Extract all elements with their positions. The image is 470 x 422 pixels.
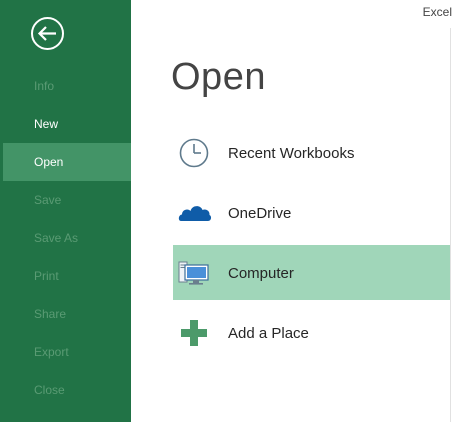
place-add-a-place[interactable]: Add a Place bbox=[173, 305, 450, 360]
place-label: Recent Workbooks bbox=[228, 145, 355, 162]
open-places-list: Recent Workbooks OneDrive Computer Add a… bbox=[173, 125, 450, 365]
backstage-window: Info New Open Save Save As Print Share E… bbox=[0, 0, 470, 422]
backstage-sidebar: Info New Open Save Save As Print Share E… bbox=[0, 0, 131, 422]
nav-item-share[interactable]: Share bbox=[0, 295, 131, 333]
nav-item-open[interactable]: Open bbox=[3, 143, 131, 181]
place-label: OneDrive bbox=[228, 205, 292, 222]
place-onedrive[interactable]: OneDrive bbox=[173, 185, 450, 240]
nav-item-save-as[interactable]: Save As bbox=[0, 219, 131, 257]
page-title: Open bbox=[171, 56, 266, 98]
back-button[interactable] bbox=[30, 16, 65, 51]
computer-icon bbox=[178, 257, 210, 289]
back-arrow-icon bbox=[31, 17, 64, 50]
place-label: Computer bbox=[228, 265, 294, 282]
clock-icon bbox=[178, 137, 210, 169]
place-recent-workbooks[interactable]: Recent Workbooks bbox=[173, 125, 450, 180]
place-computer[interactable]: Computer bbox=[173, 245, 450, 300]
pane-divider bbox=[450, 28, 451, 422]
nav-item-export[interactable]: Export bbox=[0, 333, 131, 371]
nav-item-new[interactable]: New bbox=[0, 105, 131, 143]
nav-item-print[interactable]: Print bbox=[0, 257, 131, 295]
cloud-icon bbox=[178, 197, 212, 229]
nav-item-close[interactable]: Close bbox=[0, 371, 131, 409]
nav-item-info[interactable]: Info bbox=[0, 67, 131, 105]
nav-item-save[interactable]: Save bbox=[0, 181, 131, 219]
place-label: Add a Place bbox=[228, 325, 309, 342]
plus-icon bbox=[178, 317, 210, 349]
app-name: Excel bbox=[422, 5, 452, 19]
